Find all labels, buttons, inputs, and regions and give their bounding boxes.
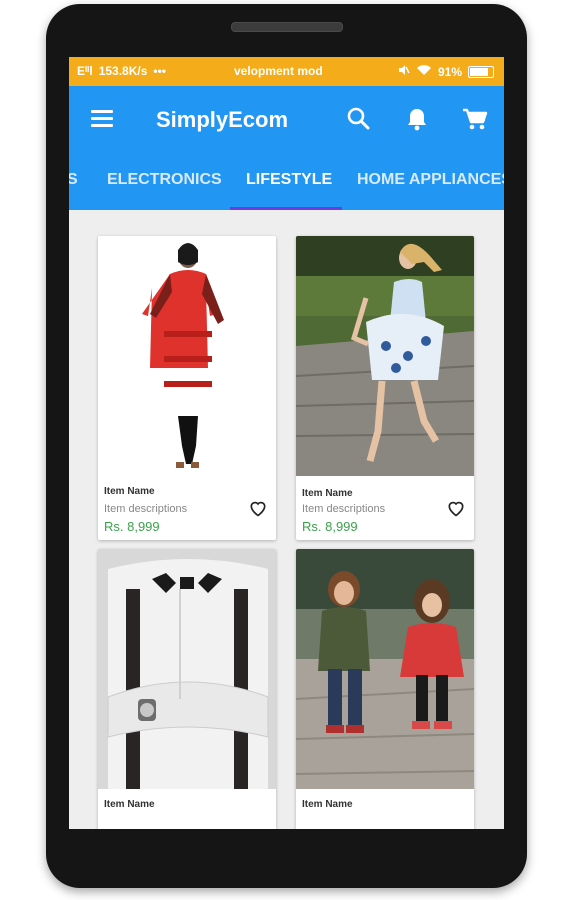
product-image [98,549,276,789]
more-dots: ••• [153,64,166,78]
product-image [296,549,474,789]
search-icon[interactable] [346,106,372,132]
status-bar: Eᴵᴵl 153.8K/s ••• velopment mod 91% [69,57,504,86]
phone-speaker [231,22,343,32]
product-name: Item Name [302,799,353,810]
tab-partial[interactable]: S [69,171,78,189]
product-grid: Item Name Item descriptions Rs. 8,999 It… [69,210,504,829]
app-title: SimplyEcom [156,107,289,132]
tab-lifestyle[interactable]: LIFESTYLE [246,171,332,189]
product-name: Item Name [104,799,155,810]
tab-electronics[interactable]: ELECTRONICS [107,171,222,189]
menu-icon[interactable] [91,110,113,128]
battery-percent: 91% [437,64,462,79]
app-bar: SimplyEcom [69,86,504,154]
product-name: Item Name [104,486,155,497]
cart-icon[interactable] [461,106,488,132]
mute-icon [398,64,410,79]
bell-icon[interactable] [404,106,430,132]
product-card[interactable]: Item Name [98,549,276,829]
product-card[interactable]: Item Name Item descriptions Rs. 8,999 [98,236,276,540]
product-image [98,236,276,476]
battery-icon [468,65,494,78]
product-image [296,236,474,476]
product-description: Item descriptions [302,503,386,515]
product-card[interactable]: Item Name Item descriptions Rs. 8,999 [296,236,474,540]
product-price: Rs. 8,999 [104,519,160,534]
product-description: Item descriptions [104,503,188,515]
network-speed: 153.8K/s [98,64,148,78]
heart-icon[interactable] [446,498,466,518]
signal-text: Eᴵᴵl [77,64,93,78]
product-card[interactable]: Item Name [296,549,474,829]
category-tabs: S ELECTRONICS LIFESTYLE HOME APPLIANCES [69,154,504,210]
phone-screen: Eᴵᴵl 153.8K/s ••• velopment mod 91% Simp… [69,57,504,829]
product-price: Rs. 8,999 [302,519,358,534]
notification-text: velopment mod [234,64,323,78]
wifi-icon [416,64,432,79]
tab-home-appliances[interactable]: HOME APPLIANCES [357,171,504,189]
heart-icon[interactable] [248,498,268,518]
product-name: Item Name [302,488,353,499]
